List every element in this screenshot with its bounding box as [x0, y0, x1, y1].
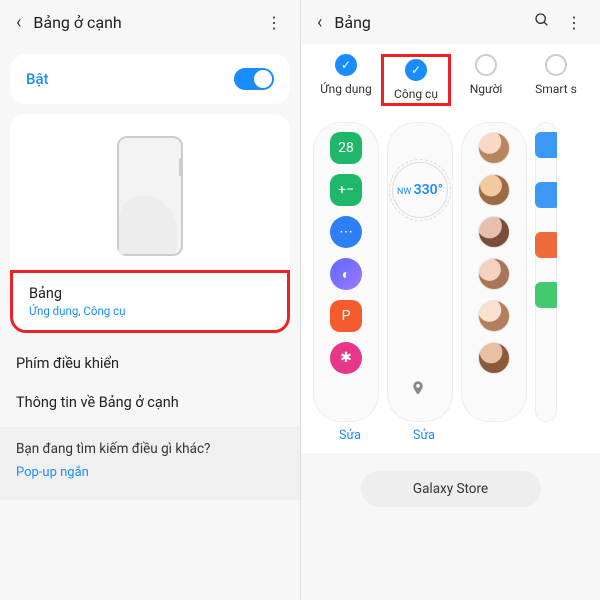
checkmark-icon: ✓: [335, 54, 357, 76]
footer-question: Bạn đang tìm kiếm điều gì khác?: [16, 441, 284, 457]
tab-tools[interactable]: ✓ Công cụ: [381, 54, 451, 106]
tab-apps-label: Ứng dụng: [311, 82, 381, 96]
tile-icon: [535, 232, 557, 258]
panel-previews: 28 +− ⋯ ◐ P ✱ NW 330°: [301, 110, 600, 426]
header-right: ‹ Bảng ⋮: [301, 0, 600, 44]
tab-people-label: Người: [451, 82, 521, 96]
tile-icon: [535, 282, 557, 308]
more-icon[interactable]: ⋮: [558, 9, 590, 36]
setting-panels-title: Bảng: [29, 285, 271, 302]
galaxy-store-button[interactable]: Galaxy Store: [361, 471, 541, 507]
messages-icon: ⋯: [330, 216, 362, 248]
tab-smart-label: Smart s: [521, 82, 591, 96]
avatar: [478, 132, 510, 164]
tab-apps[interactable]: ✓ Ứng dụng: [311, 54, 381, 106]
footer-suggestions: Bạn đang tìm kiếm điều gì khác? Pop-up n…: [0, 427, 300, 500]
avatar: [478, 258, 510, 290]
avatar: [478, 216, 510, 248]
bixby-icon: ◐: [330, 258, 362, 290]
edit-link-apps[interactable]: Sửa: [313, 428, 387, 443]
panel-type-tabs: ✓ Ứng dụng ✓ Công cụ Người Smart s: [301, 44, 600, 110]
page-title: Bảng ở cạnh: [33, 13, 258, 32]
location-icon: [410, 380, 430, 400]
header-left: ‹ Bảng ở cạnh ⋮: [0, 0, 300, 44]
toggle-label: Bật: [26, 70, 49, 88]
screen-panel-picker: ‹ Bảng ⋮ ✓ Ứng dụng ✓ Công cụ Người Smar…: [300, 0, 600, 600]
preview-card: Bảng Ứng dụng, Công cụ: [10, 114, 290, 333]
edit-row: Sửa Sửa: [301, 426, 600, 453]
setting-about-label: Thông tin về Bảng ở cạnh: [16, 394, 179, 411]
avatar: [478, 342, 510, 374]
edit-link-tools[interactable]: Sửa: [387, 428, 461, 443]
panel-preview-apps[interactable]: 28 +− ⋯ ◐ P ✱: [313, 122, 379, 422]
avatar: [478, 174, 510, 206]
gallery-icon: ✱: [330, 342, 362, 374]
toggle-switch[interactable]: [234, 68, 274, 90]
more-icon[interactable]: ⋮: [258, 9, 290, 36]
back-icon[interactable]: ‹: [10, 8, 27, 37]
search-icon[interactable]: [526, 8, 558, 36]
compass-reading: NW 330°: [397, 182, 443, 198]
panel-preview-people[interactable]: [461, 122, 527, 422]
phone-preview: [26, 118, 274, 270]
compass-dir: NW: [397, 187, 411, 197]
tile-icon: [535, 132, 557, 158]
setting-about[interactable]: Thông tin về Bảng ở cạnh: [0, 384, 300, 421]
panel-preview-smart[interactable]: [535, 122, 557, 422]
calendar-icon: 28: [330, 132, 362, 164]
calculator-icon: +−: [330, 174, 362, 206]
tab-people[interactable]: Người: [451, 54, 521, 106]
back-icon[interactable]: ‹: [311, 8, 328, 37]
tab-smart[interactable]: Smart s: [521, 54, 591, 106]
phone-frame: [117, 136, 183, 256]
powerpoint-icon: P: [330, 300, 362, 332]
tab-tools-label: Công cụ: [386, 87, 446, 101]
tile-icon: [535, 182, 557, 208]
setting-panels-sub: Ứng dụng, Công cụ: [29, 304, 271, 318]
circle-icon: [475, 54, 497, 76]
avatar: [478, 300, 510, 332]
setting-panels[interactable]: Bảng Ứng dụng, Công cụ: [10, 270, 290, 333]
master-toggle-card[interactable]: Bật: [10, 54, 290, 104]
page-title: Bảng: [334, 13, 526, 32]
footer-link-popup[interactable]: Pop-up ngắn: [16, 465, 284, 480]
setting-controls[interactable]: Phím điều khiển: [0, 343, 300, 384]
circle-icon: [545, 54, 567, 76]
checkmark-icon: ✓: [405, 59, 427, 81]
panel-preview-tools[interactable]: NW 330°: [387, 122, 453, 422]
compass-deg: 330°: [414, 182, 443, 198]
compass-icon: NW 330°: [392, 162, 448, 218]
screen-edge-panels: ‹ Bảng ở cạnh ⋮ Bật Bảng Ứng dụng, Công …: [0, 0, 300, 600]
wallpaper-blob: [119, 196, 177, 254]
edge-handle-icon: [179, 158, 182, 176]
setting-controls-label: Phím điều khiển: [16, 355, 119, 372]
